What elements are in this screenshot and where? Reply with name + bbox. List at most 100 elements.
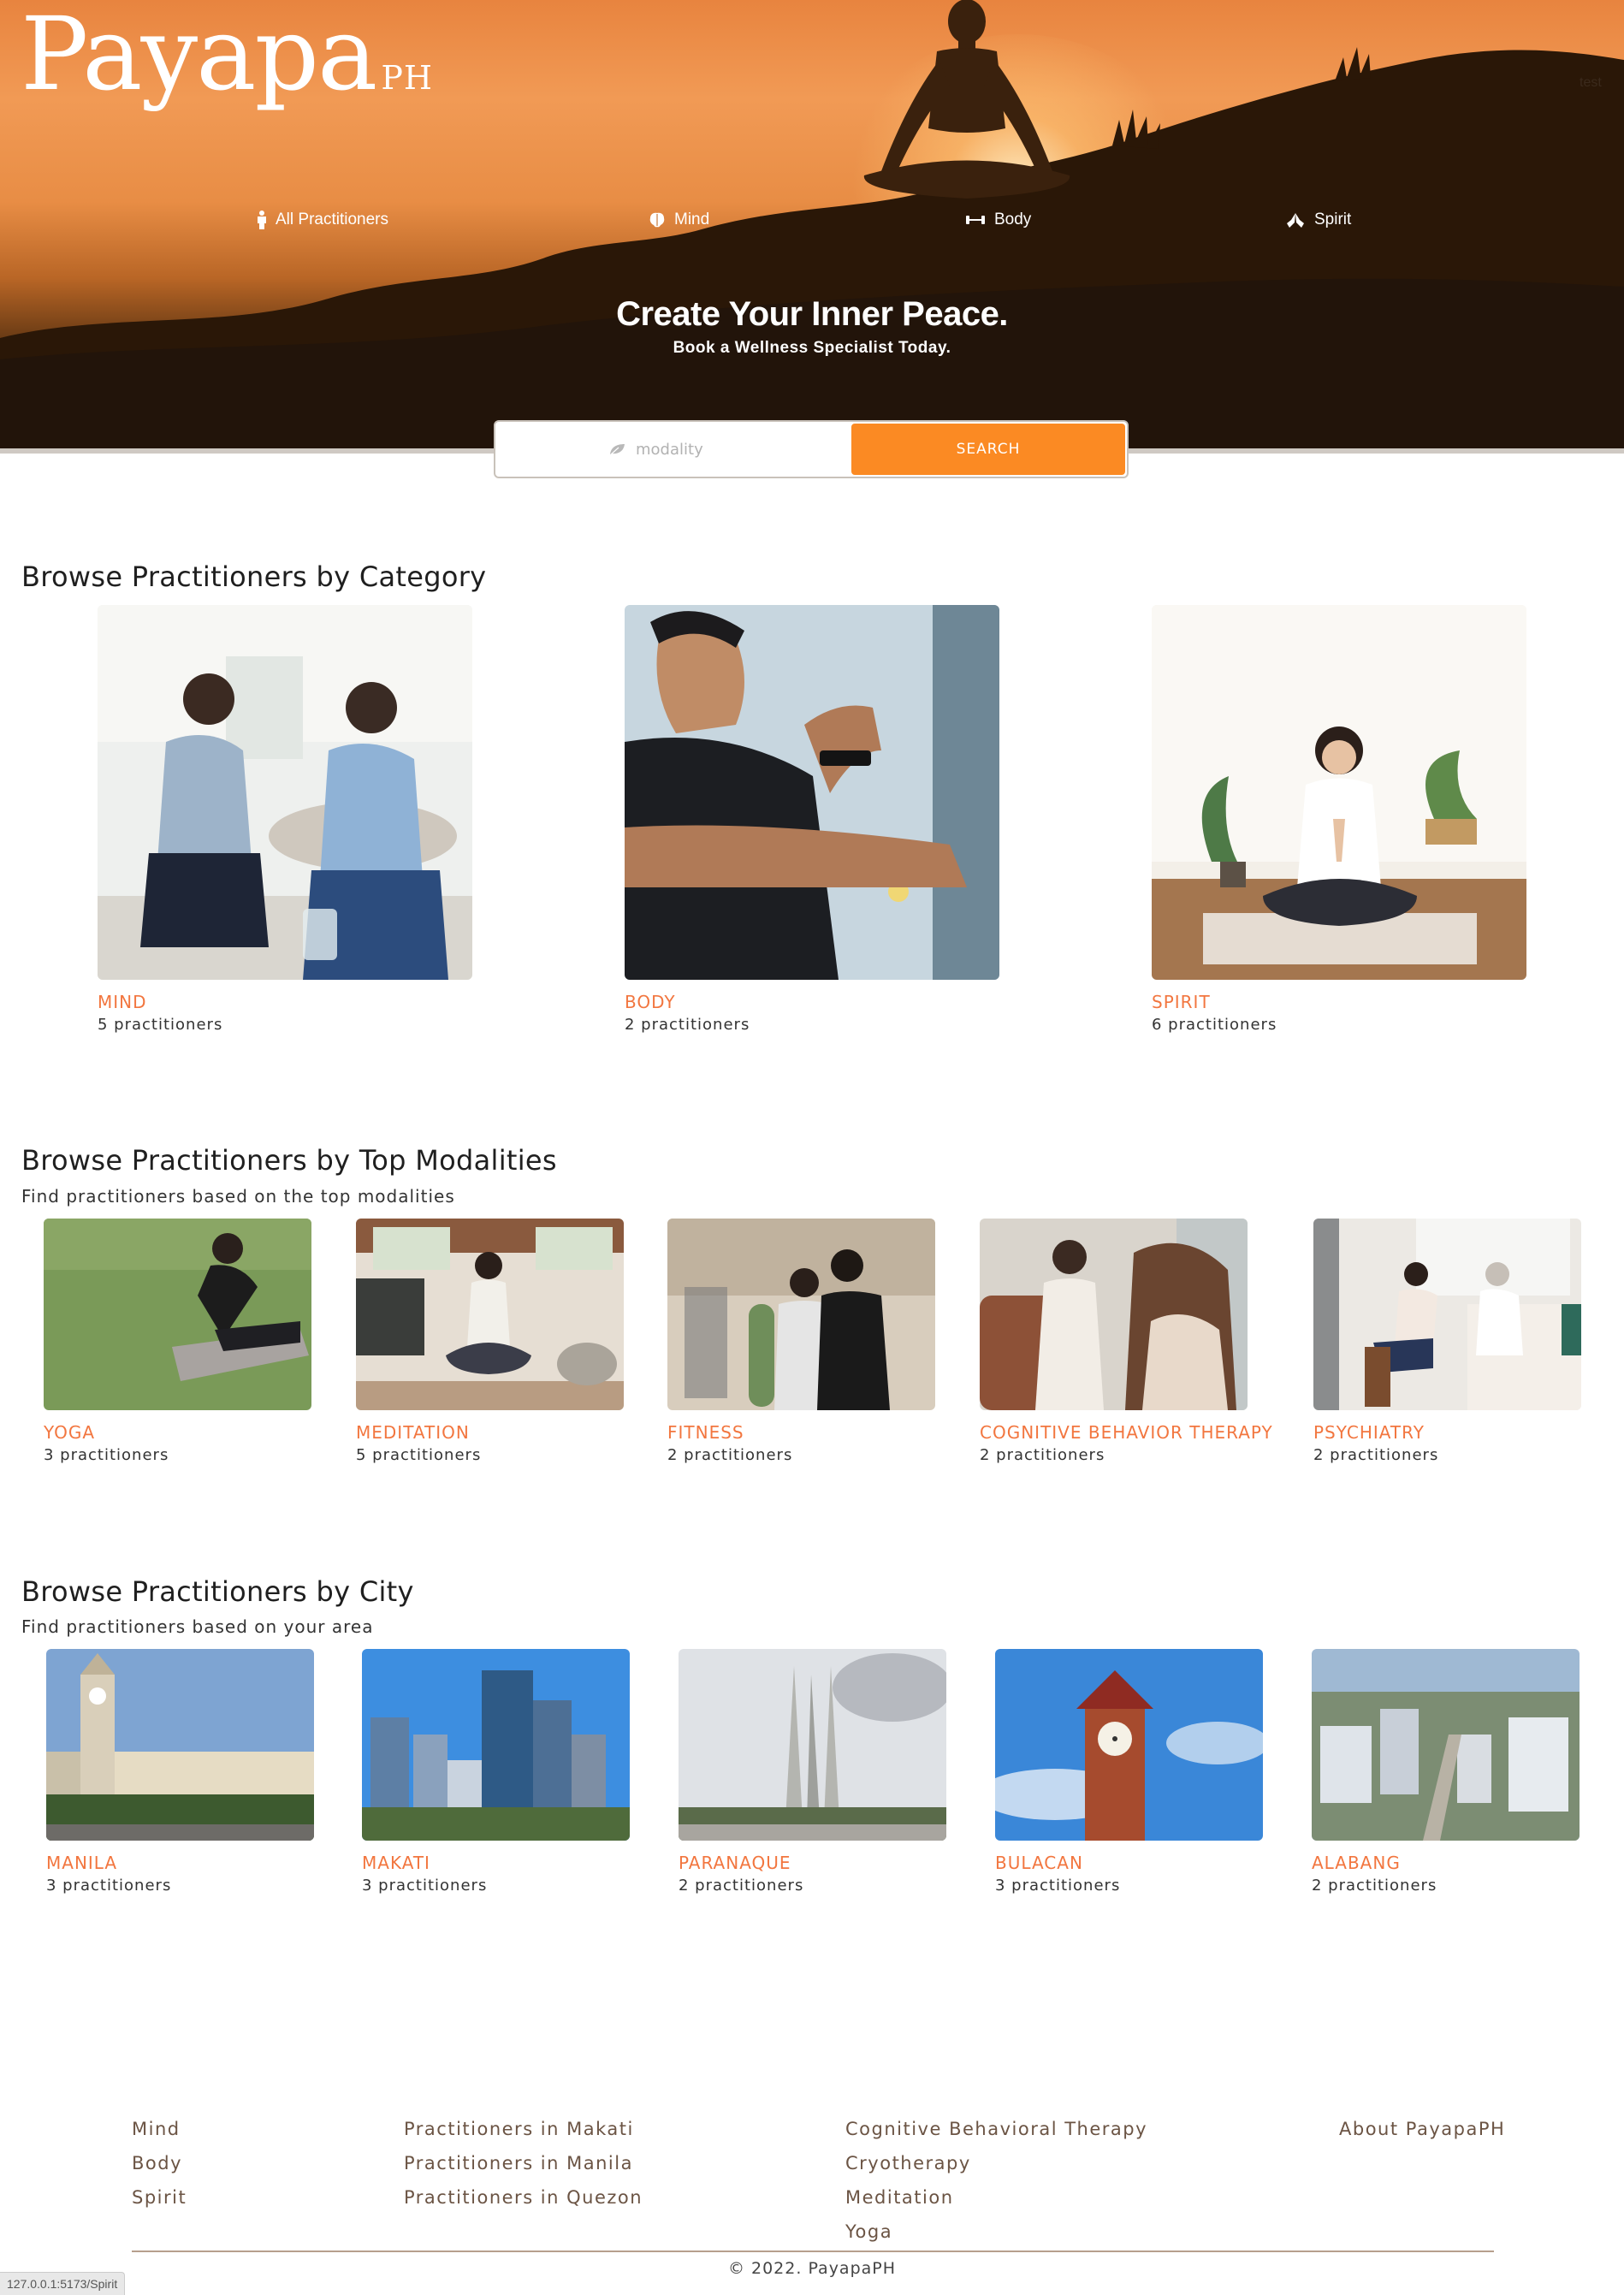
- modality-name: COGNITIVE BEHAVIOR THERAPY: [980, 1422, 1273, 1443]
- footer-col-modalities: Cognitive Behavioral Therapy Cryotherapy…: [845, 2112, 1147, 2249]
- footer-link-body[interactable]: Body: [132, 2146, 187, 2180]
- city-section-title: Browse Practitioners by City: [21, 1575, 414, 1608]
- nav-spirit[interactable]: Spirit: [1285, 211, 1351, 229]
- city-name: ALABANG: [1312, 1853, 1401, 1873]
- category-section-title: Browse Practitioners by Category: [21, 560, 487, 593]
- footer-link-meditation[interactable]: Meditation: [845, 2180, 1147, 2215]
- footer-link-quezon[interactable]: Practitioners in Quezon: [404, 2180, 643, 2215]
- modality-image-meditation: [356, 1219, 624, 1410]
- city-image-makati: [362, 1649, 630, 1841]
- category-count: 5 practitioners: [98, 1016, 223, 1034]
- hero-headline-block: Create Your Inner Peace. Book a Wellness…: [0, 295, 1624, 358]
- search-bar: SEARCH: [494, 420, 1129, 478]
- modality-card-meditation[interactable]: MEDITATION 5 practitioners: [356, 1219, 624, 1464]
- modality-card-psychiatry[interactable]: PSYCHIATRY 2 practitioners: [1313, 1219, 1581, 1464]
- search-button[interactable]: SEARCH: [851, 424, 1125, 475]
- city-image-paranaque: [679, 1649, 946, 1841]
- nav-label: Spirit: [1314, 211, 1352, 228]
- modality-name: PSYCHIATRY: [1313, 1422, 1425, 1443]
- modality-section-title: Browse Practitioners by Top Modalities: [21, 1144, 557, 1177]
- nav-label: Body: [994, 211, 1032, 228]
- browser-status-bar: 127.0.0.1:5173/Spirit: [0, 2272, 126, 2295]
- category-image-body: [625, 605, 999, 980]
- modality-image-psychiatry: [1313, 1219, 1581, 1410]
- city-card-manila[interactable]: MANILA 3 practitioners: [46, 1649, 314, 1895]
- category-count: 6 practitioners: [1152, 1016, 1277, 1034]
- modality-count: 2 practitioners: [980, 1446, 1105, 1464]
- city-count: 2 practitioners: [679, 1877, 804, 1895]
- city-section-subtitle: Find practitioners based on your area: [21, 1616, 374, 1637]
- nav-label: Mind: [674, 211, 710, 228]
- modality-count: 5 practitioners: [356, 1446, 482, 1464]
- modality-count: 2 practitioners: [1313, 1446, 1439, 1464]
- category-count: 2 practitioners: [625, 1016, 750, 1034]
- dumbbell-icon: [966, 216, 985, 224]
- modality-name: YOGA: [44, 1422, 96, 1443]
- city-count: 2 practitioners: [1312, 1877, 1437, 1895]
- footer-col-about: About PayapaPH: [1339, 2112, 1505, 2146]
- footer-link-spirit[interactable]: Spirit: [132, 2180, 187, 2215]
- modality-section-subtitle: Find practitioners based on the top moda…: [21, 1186, 455, 1207]
- hero-banner: Payapa PH test All Practitioners Mind Bod…: [0, 0, 1624, 448]
- category-image-mind: [98, 605, 472, 980]
- footer-link-mind[interactable]: Mind: [132, 2112, 187, 2146]
- brain-icon: [649, 212, 665, 228]
- footer-link-cbt[interactable]: Cognitive Behavioral Therapy: [845, 2112, 1147, 2146]
- category-card-body[interactable]: BODY 2 practitioners: [625, 605, 999, 1034]
- city-count: 3 practitioners: [995, 1877, 1121, 1895]
- city-count: 3 practitioners: [362, 1877, 488, 1895]
- footer-link-cryotherapy[interactable]: Cryotherapy: [845, 2146, 1147, 2180]
- category-name: SPIRIT: [1152, 992, 1211, 1012]
- footer-link-manila[interactable]: Practitioners in Manila: [404, 2146, 643, 2180]
- city-name: MANILA: [46, 1853, 118, 1873]
- modality-count: 3 practitioners: [44, 1446, 169, 1464]
- city-card-alabang[interactable]: ALABANG 2 practitioners: [1312, 1649, 1580, 1895]
- city-card-makati[interactable]: MAKATI 3 practitioners: [362, 1649, 630, 1895]
- nav-label: All Practitioners: [276, 211, 388, 228]
- city-image-bulacan: [995, 1649, 1263, 1841]
- modality-count: 2 practitioners: [667, 1446, 793, 1464]
- logo-sub-text: PH: [381, 59, 434, 97]
- search-input-wrap[interactable]: [495, 422, 853, 477]
- nav-body[interactable]: Body: [965, 211, 1031, 229]
- category-image-spirit: [1152, 605, 1526, 980]
- city-image-alabang: [1312, 1649, 1580, 1841]
- nav-all-practitioners[interactable]: All Practitioners: [257, 211, 388, 229]
- category-name: BODY: [625, 992, 676, 1012]
- footer-col-cities: Practitioners in Makati Practitioners in…: [404, 2112, 643, 2215]
- city-image-manila: [46, 1649, 314, 1841]
- search-input[interactable]: [634, 439, 740, 460]
- modality-name: FITNESS: [667, 1422, 744, 1443]
- modality-card-cbt[interactable]: COGNITIVE BEHAVIOR THERAPY 2 practitione…: [980, 1219, 1273, 1464]
- person-icon: [258, 211, 266, 229]
- city-card-paranaque[interactable]: PARANAQUE 2 practitioners: [679, 1649, 946, 1895]
- praying-hands-icon: [1287, 213, 1304, 228]
- modality-image-fitness: [667, 1219, 935, 1410]
- city-count: 3 practitioners: [46, 1877, 172, 1895]
- city-name: BULACAN: [995, 1853, 1083, 1873]
- site-logo[interactable]: Payapa PH: [21, 3, 433, 104]
- modality-card-yoga[interactable]: YOGA 3 practitioners: [44, 1219, 311, 1464]
- footer-col-categories: Mind Body Spirit: [132, 2112, 187, 2215]
- category-name: MIND: [98, 992, 147, 1012]
- hero-subheadline: Book a Wellness Specialist Today.: [673, 339, 951, 357]
- city-name: PARANAQUE: [679, 1853, 791, 1873]
- category-card-spirit[interactable]: SPIRIT 6 practitioners: [1152, 605, 1526, 1034]
- footer-divider: [132, 2251, 1494, 2252]
- leaf-icon: [609, 444, 625, 456]
- modality-card-fitness[interactable]: FITNESS 2 practitioners: [667, 1219, 935, 1464]
- corner-text: test: [1580, 75, 1602, 90]
- hero-headline: Create Your Inner Peace.: [616, 295, 1008, 333]
- modality-image-cbt: [980, 1219, 1248, 1410]
- modality-image-yoga: [44, 1219, 311, 1410]
- footer-copyright: © 2022. PayapaPH: [727, 2259, 897, 2278]
- category-card-mind[interactable]: MIND 5 practitioners: [98, 605, 472, 1034]
- modality-name: MEDITATION: [356, 1422, 470, 1443]
- city-name: MAKATI: [362, 1853, 430, 1873]
- footer-link-makati[interactable]: Practitioners in Makati: [404, 2112, 643, 2146]
- footer-link-yoga[interactable]: Yoga: [845, 2215, 1147, 2249]
- nav-mind[interactable]: Mind: [649, 211, 709, 229]
- footer-link-about[interactable]: About PayapaPH: [1339, 2112, 1505, 2146]
- city-card-bulacan[interactable]: BULACAN 3 practitioners: [995, 1649, 1263, 1895]
- logo-main-text: Payapa: [21, 0, 377, 113]
